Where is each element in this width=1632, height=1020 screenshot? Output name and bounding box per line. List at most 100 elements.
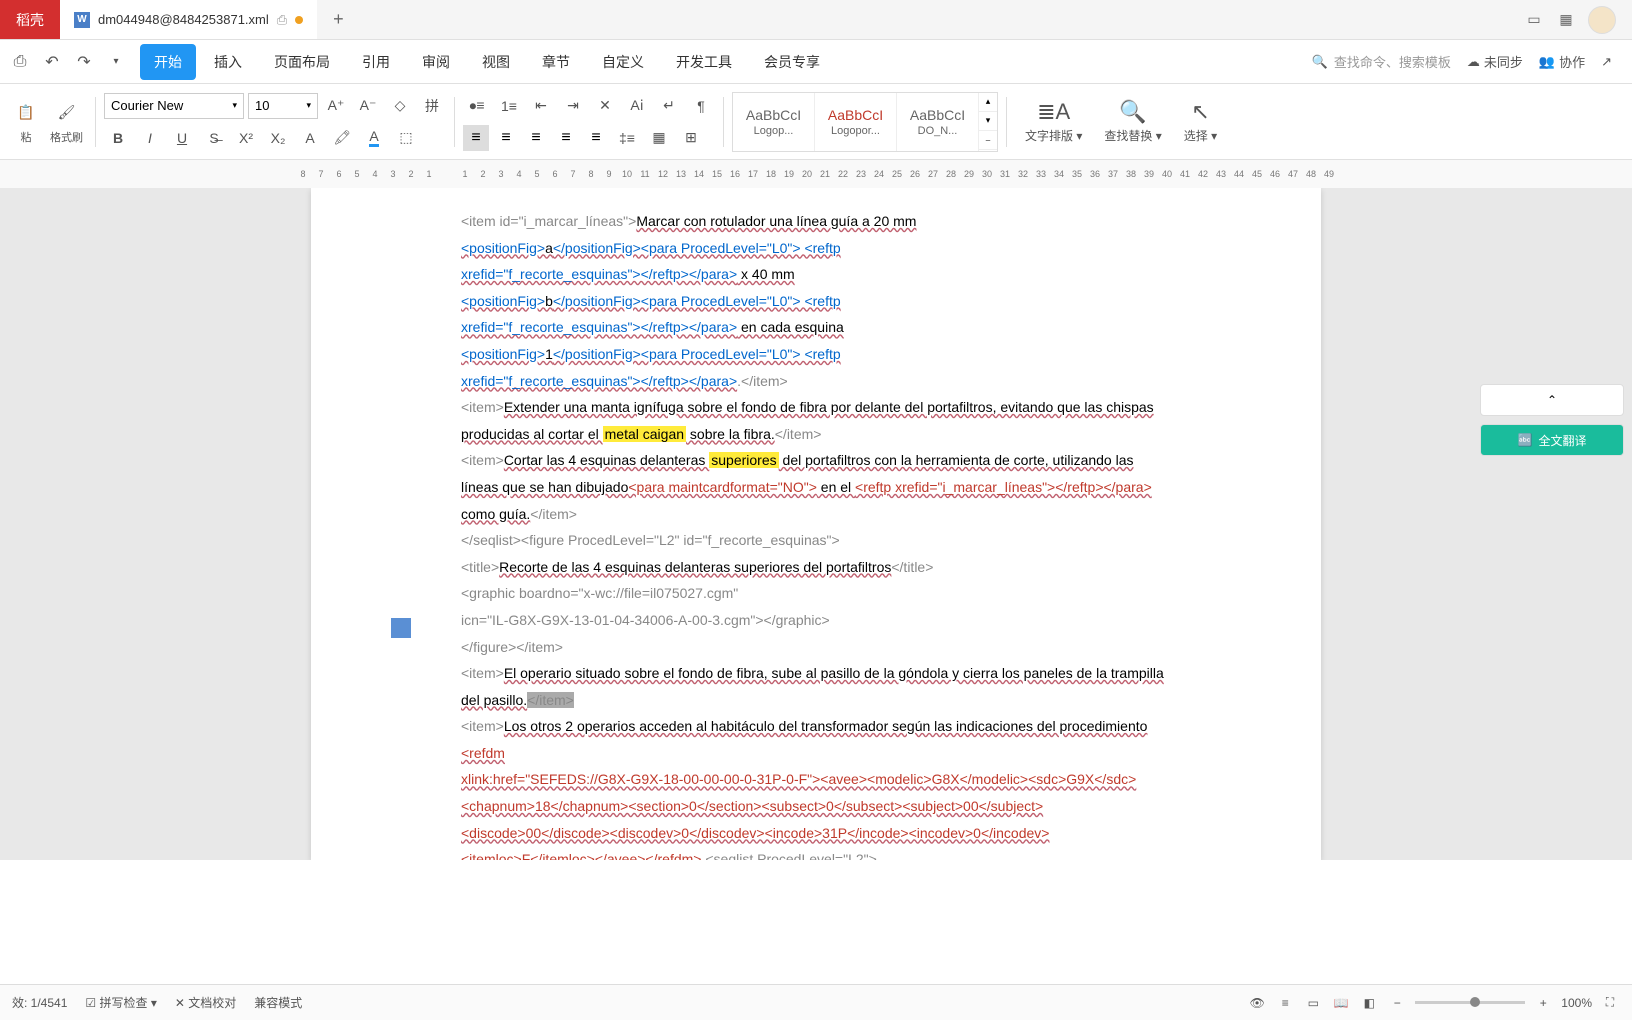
italic-button[interactable]: I	[136, 124, 164, 152]
text-direction-button[interactable]: Aⅰ	[623, 92, 651, 120]
redo-icon[interactable]: ↷	[72, 50, 96, 74]
align-right-button[interactable]: ≡	[523, 125, 549, 151]
add-tab-button[interactable]: +	[317, 9, 360, 30]
command-search[interactable]: 🔍 查找命令、搜索模板	[1312, 52, 1451, 71]
align-center-button[interactable]: ≡	[493, 125, 519, 151]
find-replace-button[interactable]: 🔍 查找替换 ▾	[1094, 99, 1171, 144]
app-badge[interactable]: 稻壳	[0, 0, 60, 39]
borders-button[interactable]: ⊞	[677, 124, 705, 152]
highlighted-text-2: superiores	[709, 452, 778, 468]
superscript-button[interactable]: X²	[232, 124, 260, 152]
page-counter[interactable]: 效: 1/4541	[12, 994, 67, 1011]
text-layout-button[interactable]: ≣A 文字排版 ▾	[1015, 99, 1092, 144]
line-break-button[interactable]: ↵	[655, 92, 683, 120]
strikethrough-button[interactable]: S̶	[200, 124, 228, 152]
zoom-level[interactable]: 100%	[1561, 996, 1592, 1010]
paragraph-options-icon[interactable]	[391, 618, 411, 638]
layout-icon: ≣A	[1037, 99, 1070, 125]
tab-vip[interactable]: 会员专享	[750, 44, 834, 80]
zoom-slider[interactable]	[1415, 1001, 1525, 1004]
highlight-button[interactable]: 🖍	[328, 124, 356, 152]
decrease-font-icon[interactable]: A⁻	[354, 92, 382, 120]
undo-icon[interactable]: ↶	[40, 50, 64, 74]
font-size-select[interactable]: 10▾	[248, 93, 318, 119]
horizontal-ruler[interactable]: 8765432112345678910111213141516171819202…	[0, 160, 1632, 188]
tab-references[interactable]: 引用	[348, 44, 404, 80]
bold-button[interactable]: B	[104, 124, 132, 152]
paste-button[interactable]: 📋	[12, 99, 40, 127]
search-icon: 🔍	[1312, 54, 1328, 70]
collapse-panel-button[interactable]: ⌃	[1480, 384, 1624, 416]
style-item-1[interactable]: AaBbCcILogop...	[733, 93, 815, 151]
tab-review[interactable]: 审阅	[408, 44, 464, 80]
view-print-icon[interactable]: ≡	[1275, 993, 1295, 1013]
text-effects-button[interactable]: A	[296, 124, 324, 152]
font-family-select[interactable]: Courier New▾	[104, 93, 244, 119]
style-item-2[interactable]: AaBbCcILogopor...	[815, 93, 897, 151]
numbering-button[interactable]: 1≡	[495, 92, 523, 120]
print-icon[interactable]: ⎙	[8, 50, 32, 74]
tab-dev-tools[interactable]: 开发工具	[662, 44, 746, 80]
apps-grid-icon[interactable]: ▦	[1556, 10, 1576, 30]
clear-format-icon[interactable]: ◇	[386, 92, 414, 120]
translate-button[interactable]: 🔤 全文翻译	[1480, 424, 1624, 456]
document-page[interactable]: <item id="i_marcar_líneas">Marcar con ro…	[311, 188, 1321, 860]
shading-button[interactable]: ▦	[645, 124, 673, 152]
selected-text: </item>	[527, 692, 574, 708]
align-distribute-button[interactable]: ≡	[583, 125, 609, 151]
underline-button[interactable]: U	[168, 124, 196, 152]
char-border-button[interactable]: ⬚	[392, 124, 420, 152]
tab-page-layout[interactable]: 页面布局	[260, 44, 344, 80]
font-color-button[interactable]: A	[360, 124, 388, 152]
zoom-out-button[interactable]: −	[1387, 993, 1407, 1013]
sort-button[interactable]: ✕	[591, 92, 619, 120]
tab-view[interactable]: 视图	[468, 44, 524, 80]
view-read-icon[interactable]: 📖	[1331, 993, 1351, 1013]
align-left-button[interactable]: ≡	[463, 125, 489, 151]
bullets-button[interactable]: ⦁≡	[463, 92, 491, 120]
line-spacing-button[interactable]: ‡≡	[613, 124, 641, 152]
zoom-in-button[interactable]: +	[1533, 993, 1553, 1013]
tab-start[interactable]: 开始	[140, 44, 196, 80]
sync-small-icon: ⎙	[277, 12, 287, 28]
collab-button[interactable]: 👥 协作	[1539, 52, 1585, 71]
people-icon: 👥	[1539, 54, 1555, 70]
style-item-3[interactable]: AaBbCcIDO_N...	[897, 93, 979, 151]
increase-font-icon[interactable]: A⁺	[322, 92, 350, 120]
view-outline-icon[interactable]: ◧	[1359, 993, 1379, 1013]
highlighted-text-1: metal caigan	[603, 426, 686, 442]
tab-custom[interactable]: 自定义	[588, 44, 658, 80]
word-icon: W	[74, 12, 90, 28]
show-marks-button[interactable]: ¶	[687, 92, 715, 120]
spell-check-toggle[interactable]: ☑ 拼写检查 ▾	[85, 994, 156, 1011]
style-up[interactable]: ▴	[979, 93, 997, 112]
tab-chapter[interactable]: 章节	[528, 44, 584, 80]
share-icon[interactable]: ↗	[1601, 54, 1612, 70]
fullscreen-icon[interactable]: ⛶	[1600, 993, 1620, 1013]
document-tab[interactable]: W dm044948@8484253871.xml ⎙	[60, 0, 317, 39]
document-filename: dm044948@8484253871.xml	[98, 12, 269, 27]
window-layout-icon[interactable]: ▭	[1524, 10, 1544, 30]
select-button[interactable]: ↖ 选择 ▾	[1174, 99, 1227, 144]
cursor-icon: ↖	[1191, 99, 1209, 125]
style-expand[interactable]: ⎯	[979, 131, 997, 150]
view-eye-icon[interactable]: 👁	[1247, 993, 1267, 1013]
subscript-button[interactable]: X₂	[264, 124, 292, 152]
tab-insert[interactable]: 插入	[200, 44, 256, 80]
style-gallery[interactable]: AaBbCcILogop... AaBbCcILogopor... AaBbCc…	[732, 92, 998, 152]
sync-status[interactable]: ☁ 未同步	[1467, 52, 1523, 71]
style-down[interactable]: ▾	[979, 112, 997, 131]
doc-proof-button[interactable]: ✕ 文档校对	[175, 994, 236, 1011]
phonetic-icon[interactable]: 拼	[418, 92, 446, 120]
align-justify-button[interactable]: ≡	[553, 125, 579, 151]
dropdown-icon[interactable]: ▾	[104, 50, 128, 74]
translate-icon: 🔤	[1518, 433, 1533, 447]
cloud-icon: ☁	[1467, 54, 1480, 70]
magnifier-icon: 🔍	[1119, 99, 1146, 125]
increase-indent-button[interactable]: ⇥	[559, 92, 587, 120]
format-painter-button[interactable]: 🖌	[53, 99, 81, 127]
compat-mode: 兼容模式	[254, 994, 302, 1011]
view-web-icon[interactable]: ▭	[1303, 993, 1323, 1013]
decrease-indent-button[interactable]: ⇤	[527, 92, 555, 120]
user-avatar[interactable]	[1588, 6, 1616, 34]
